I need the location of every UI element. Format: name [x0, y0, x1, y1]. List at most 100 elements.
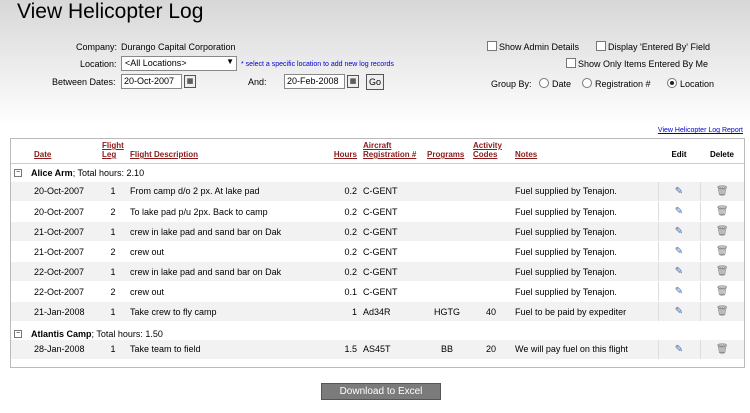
go-button[interactable]: Go	[366, 74, 384, 90]
cell-notes: Fuel supplied by Tenajon.	[512, 261, 658, 282]
chevron-down-icon: ▼	[226, 57, 234, 66]
calendar-icon[interactable]: ▦	[347, 75, 359, 88]
cell-edit: ✎	[657, 281, 700, 302]
group-by-registration-radio[interactable]	[582, 78, 592, 88]
group-name: Atlantis Camp	[31, 328, 92, 339]
cell-activity-codes	[470, 261, 512, 282]
show-admin-checkbox[interactable]	[487, 41, 497, 51]
collapse-icon[interactable]: −	[14, 330, 22, 339]
hours-column-header[interactable]: Hours	[322, 139, 360, 164]
trash-icon[interactable]: 🗑	[716, 266, 729, 277]
cell-programs	[424, 201, 470, 222]
cell-delete: 🗑	[699, 221, 744, 242]
cell-notes: Fuel supplied by Tenajon.	[512, 181, 658, 202]
group-total: ; Total hours: 1.50	[91, 328, 163, 339]
trash-icon[interactable]: 🗑	[716, 226, 729, 237]
cell-description: Take crew to fly camp	[127, 301, 322, 322]
cell-flight-leg: 1	[99, 221, 127, 242]
flight-description-column-header[interactable]: Flight Description	[127, 139, 322, 164]
company-label: Company:	[76, 42, 118, 52]
page-title: View Helicopter Log	[17, 0, 204, 23]
cell-registration: C-GENT	[360, 261, 424, 282]
row-spacer	[11, 201, 31, 222]
calendar-icon[interactable]: ▦	[184, 75, 196, 88]
cell-activity-codes	[470, 201, 512, 222]
group-by-registration-label: Registration #	[595, 79, 651, 89]
cell-notes: We will pay fuel on this flight	[512, 339, 658, 360]
expand-column-header	[11, 139, 31, 164]
cell-edit: ✎	[657, 339, 700, 360]
row-spacer	[11, 241, 31, 262]
cell-hours: 0.2	[322, 261, 360, 282]
cell-registration: Ad34R	[360, 301, 424, 322]
collapse-icon[interactable]: −	[14, 169, 22, 178]
cell-description: crew in lake pad and sand bar on Dak	[127, 221, 322, 242]
cell-activity-codes: 40	[470, 301, 512, 322]
aircraft-registration-column-header[interactable]: Aircraft Registration #	[360, 139, 424, 164]
display-entered-by-checkbox[interactable]	[596, 41, 606, 51]
cell-flight-leg: 1	[99, 261, 127, 282]
notes-column-header[interactable]: Notes	[512, 139, 658, 164]
location-select[interactable]: <All Locations> ▼	[121, 56, 237, 71]
pencil-icon[interactable]: ✎	[675, 206, 683, 217]
from-date-input[interactable]: 20-Oct-2007	[121, 74, 182, 89]
trash-icon[interactable]: 🗑	[716, 306, 729, 317]
pencil-icon[interactable]: ✎	[675, 266, 683, 277]
flight-leg-column-header[interactable]: Flight Leg	[99, 139, 127, 164]
location-hint: * select a specific location to add new …	[241, 61, 394, 68]
table-row: 21-Oct-2007 1 crew in lake pad and sand ba…	[11, 221, 744, 242]
pencil-icon[interactable]: ✎	[675, 306, 683, 317]
cell-delete: 🗑	[699, 261, 744, 282]
table-row: 22-Oct-2007 2 crew out 0.1 C-GENT Fuel suppli…	[11, 281, 744, 302]
cell-description: crew out	[127, 281, 322, 302]
cell-programs: HGTG	[424, 301, 470, 322]
helicopter-log-report-link[interactable]: View Helicopter Log Report	[658, 127, 743, 134]
display-entered-by-label: Display 'Entered By' Field	[608, 42, 710, 52]
group-by-date-radio[interactable]	[539, 78, 549, 88]
pencil-icon[interactable]: ✎	[675, 246, 683, 257]
location-label: Location:	[80, 59, 117, 69]
row-spacer	[11, 339, 31, 360]
programs-column-header[interactable]: Programs	[424, 139, 470, 164]
to-date-input[interactable]: 20-Feb-2008	[284, 74, 345, 89]
cell-hours: 1.5	[322, 339, 360, 360]
row-spacer	[11, 281, 31, 302]
show-only-mine-checkbox[interactable]	[566, 58, 576, 68]
group-row-alice-arm: − Alice Arm; Total hours: 2.10	[11, 164, 744, 182]
helicopter-log-grid: Date Flight Leg Flight Description Hours …	[10, 138, 745, 368]
download-excel-button[interactable]: Download to Excel	[321, 383, 441, 400]
edit-column-header: Edit	[658, 139, 700, 164]
pencil-icon[interactable]: ✎	[675, 226, 683, 237]
cell-hours: 0.2	[322, 181, 360, 202]
trash-icon[interactable]: 🗑	[716, 186, 729, 197]
cell-edit: ✎	[657, 261, 700, 282]
cell-delete: 🗑	[699, 301, 744, 322]
trash-icon[interactable]: 🗑	[716, 246, 729, 257]
cell-delete: 🗑	[699, 181, 744, 202]
group-by-location-radio[interactable]	[667, 78, 677, 88]
cell-description: crew out	[127, 241, 322, 262]
cell-activity-codes	[470, 241, 512, 262]
cell-flight-leg: 2	[99, 201, 127, 222]
cell-activity-codes	[470, 221, 512, 242]
delete-column-header: Delete	[700, 139, 744, 164]
pencil-icon[interactable]: ✎	[675, 286, 683, 297]
trash-icon[interactable]: 🗑	[716, 286, 729, 297]
trash-icon[interactable]: 🗑	[716, 344, 729, 355]
cell-hours: 0.2	[322, 241, 360, 262]
helicopter-log-table: Date Flight Leg Flight Description Hours …	[11, 139, 744, 360]
cell-date: 20-Oct-2007	[31, 201, 99, 222]
trash-icon[interactable]: 🗑	[716, 206, 729, 217]
activity-codes-column-header[interactable]: Activity Codes	[470, 139, 512, 164]
and-label: And:	[248, 77, 267, 87]
pencil-icon[interactable]: ✎	[675, 186, 683, 197]
row-spacer	[11, 221, 31, 242]
cell-date: 28-Jan-2008	[31, 339, 99, 360]
cell-registration: C-GENT	[360, 181, 424, 202]
date-column-header[interactable]: Date	[31, 139, 99, 164]
cell-flight-leg: 2	[99, 241, 127, 262]
cell-date: 22-Oct-2007	[31, 281, 99, 302]
cell-programs	[424, 241, 470, 262]
pencil-icon[interactable]: ✎	[675, 344, 683, 355]
cell-activity-codes	[470, 281, 512, 302]
